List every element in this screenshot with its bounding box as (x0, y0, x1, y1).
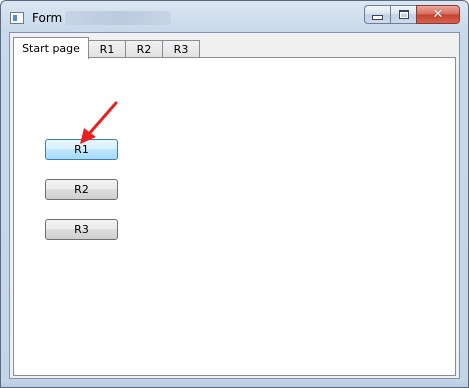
r1-button[interactable]: R1 (45, 139, 118, 160)
window-bottom-border (1, 379, 468, 387)
blurred-title-suffix (65, 11, 171, 25)
title-bar[interactable]: Form ✕ (1, 1, 468, 33)
r3-button[interactable]: R3 (45, 219, 118, 240)
tab-start-page[interactable]: Start page (13, 37, 89, 59)
window-title: Form (32, 11, 63, 25)
minimize-icon (372, 15, 383, 20)
r2-button[interactable]: R2 (45, 179, 118, 200)
app-window-icon[interactable] (10, 12, 24, 24)
close-icon: ✕ (432, 7, 444, 22)
form-window: Form ✕ Start page R1 R2 R3 R1 R2 R3 (0, 0, 469, 388)
tab-r3[interactable]: R3 (162, 40, 200, 58)
maximize-button[interactable] (390, 5, 416, 24)
close-button[interactable]: ✕ (416, 5, 460, 24)
minimize-button[interactable] (364, 5, 390, 24)
maximize-icon (398, 10, 409, 19)
client-area: Start page R1 R2 R3 R1 R2 R3 (9, 32, 460, 379)
tab-bar: Start page R1 R2 R3 (13, 37, 200, 59)
start-page-panel: R1 R2 R3 (13, 57, 456, 376)
tab-r2[interactable]: R2 (125, 40, 163, 58)
tab-r1[interactable]: R1 (88, 40, 126, 58)
caption-buttons: ✕ (364, 5, 460, 25)
